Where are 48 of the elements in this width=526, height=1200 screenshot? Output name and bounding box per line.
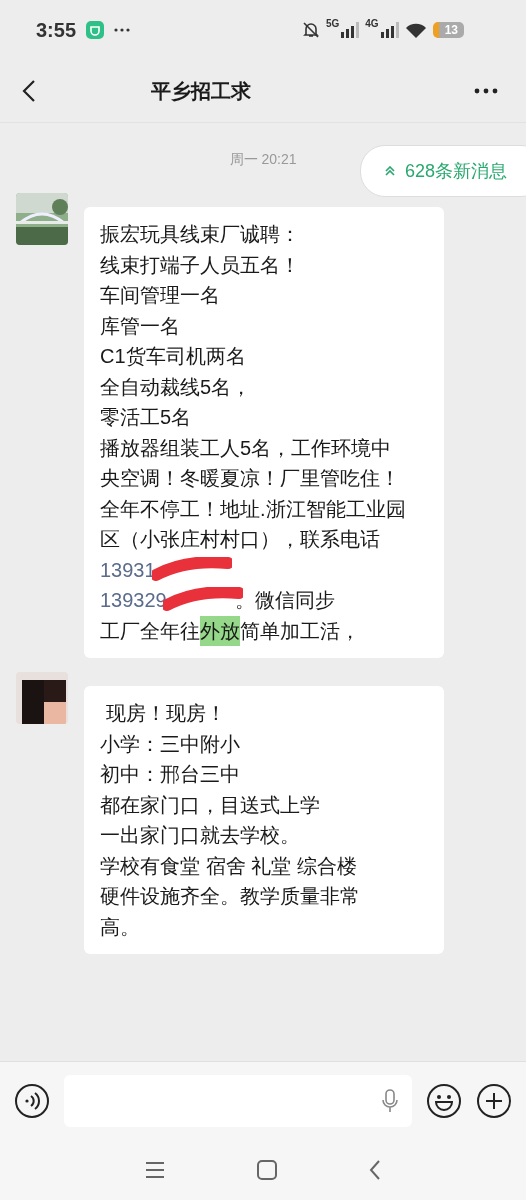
timestamp: 周一 20:21 [228, 151, 298, 169]
app-notification-icon [86, 21, 105, 39]
battery-indicator: 13 [432, 22, 464, 38]
network-type: 5G [325, 18, 340, 29]
add-icon[interactable] [476, 1083, 512, 1119]
menu-icon[interactable] [145, 1161, 165, 1179]
message-text: 现房！现房！ [104, 701, 226, 726]
more-notifications-icon [114, 28, 131, 32]
wifi-icon [404, 22, 427, 38]
voice-icon[interactable] [14, 1083, 50, 1119]
message-input-field[interactable] [64, 1075, 412, 1127]
message-text: 库管一名 [100, 313, 180, 339]
message-text: 学校有食堂 宿舍 礼堂 综合楼 [100, 853, 357, 879]
network-type: 4G [365, 18, 379, 29]
chat-title: 平乡招工求 [150, 78, 252, 104]
status-time: 3:55 [36, 18, 77, 42]
message-text: 车间管理一名 [100, 283, 220, 308]
home-square-icon[interactable] [257, 1160, 277, 1180]
message-text: 工厂全年往 [100, 618, 200, 644]
new-messages-button[interactable]: 628条新消息 [359, 145, 526, 197]
message-text: 全自动裁线5名， [100, 374, 252, 400]
message-text: 线束打端子人员五名！ [100, 252, 300, 278]
microphone-icon[interactable] [382, 1089, 398, 1113]
mute-bell-icon [301, 21, 320, 39]
message-text: 小学：三中附小 [100, 731, 240, 757]
back-icon[interactable] [22, 79, 36, 103]
phone-link[interactable]: 13931 [100, 554, 156, 585]
message-text: 振宏玩具线束厂诚聘： [100, 222, 300, 247]
emoji-icon[interactable] [426, 1083, 462, 1119]
highlighted-text: 外放 [200, 615, 240, 646]
message-text: 零活工5名 [100, 405, 192, 430]
message-text: 一出家门口就去学校。 [100, 823, 300, 848]
message-text: 硬件设施齐全。教学质量非常 [100, 884, 360, 909]
signal-icon [380, 22, 399, 38]
message-text: C1货车司机两名 [100, 344, 246, 369]
message-text: 高。 [100, 914, 140, 940]
more-icon[interactable] [474, 88, 498, 94]
message-text: 区（小张庄村村口），联系电话 [100, 527, 380, 552]
message-text: 。微信同步 [234, 588, 335, 613]
message-text: 都在家门口，目送式上学 [100, 792, 320, 818]
message-text: 全年不停工！地址.浙江智能工业园 [100, 496, 406, 522]
phone-link[interactable]: 139329 [100, 585, 167, 616]
message-text: 央空调！冬暖夏凉！厂里管吃住！ [100, 466, 400, 491]
message-text: 初中：邢台三中 [100, 762, 240, 787]
signal-icon [341, 22, 360, 38]
message-text: 播放器组装工人5名，工作环境中 [100, 435, 392, 461]
message-text: 简单加工活， [240, 618, 360, 644]
double-chevron-up-icon [384, 166, 395, 176]
